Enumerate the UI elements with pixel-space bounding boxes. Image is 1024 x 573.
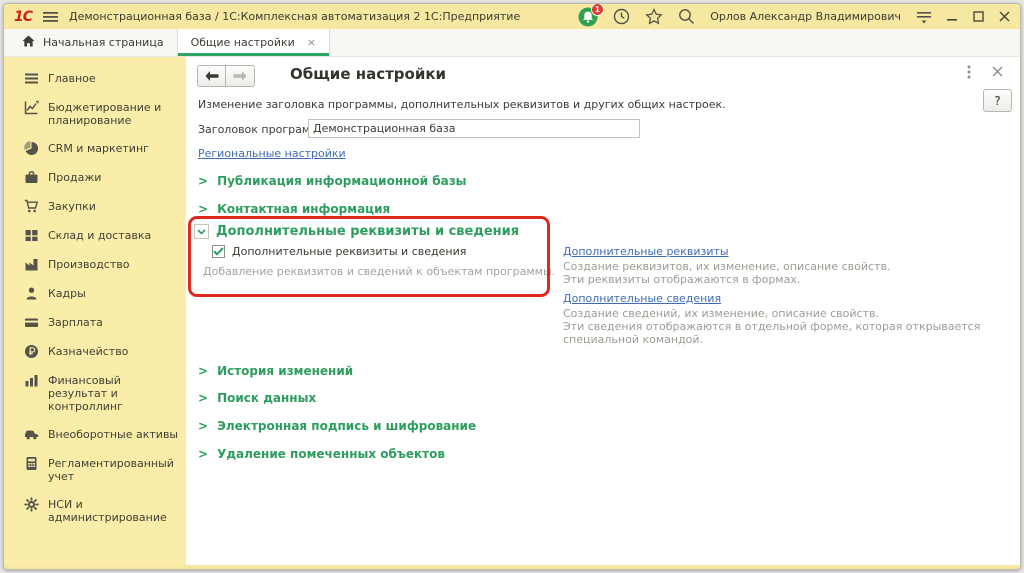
section-marked-objects-deletion[interactable]: > Удаление помеченных объектов xyxy=(198,447,445,461)
tab-label: Начальная страница xyxy=(43,36,164,49)
sidebar-item-label: Внеоборотные активы xyxy=(48,427,178,441)
section-data-search[interactable]: > Поиск данных xyxy=(198,391,316,405)
help-button[interactable]: ? xyxy=(983,89,1012,112)
additional-attributes-hint: Добавление реквизитов и сведений к объек… xyxy=(203,265,555,278)
chevron-right-icon: > xyxy=(198,391,208,405)
tab-general-settings[interactable]: Общие настройки × xyxy=(178,29,330,56)
briefcase-icon xyxy=(24,170,39,185)
nav-history-buttons xyxy=(197,65,255,87)
sidebar-item-treasury[interactable]: Казначейство xyxy=(4,337,186,366)
sidebar-item-label: Закупки xyxy=(48,199,96,213)
page-title: Общие настройки xyxy=(290,65,446,83)
pie-chart-icon xyxy=(24,141,39,156)
main-menu-icon[interactable] xyxy=(43,11,58,23)
app-window: 1С Демонстрационная база / 1С:Комплексна… xyxy=(3,3,1021,570)
notifications-bell-icon[interactable]: 1 xyxy=(578,7,598,27)
additional-info-link[interactable]: Дополнительные сведения xyxy=(563,292,721,305)
tab-label: Общие настройки xyxy=(191,36,295,49)
sidebar-item-label: Кадры xyxy=(48,286,86,300)
program-title-input[interactable] xyxy=(308,119,640,138)
back-button[interactable] xyxy=(197,65,226,87)
favorites-star-icon[interactable] xyxy=(645,8,663,25)
tab-home-page[interactable]: Начальная страница xyxy=(9,29,178,56)
cart-icon xyxy=(24,199,39,214)
chevron-down-icon[interactable] xyxy=(194,224,209,239)
window-title: Демонстрационная база / 1С:Комплексная а… xyxy=(69,10,520,23)
service-menu-icon[interactable] xyxy=(916,10,932,24)
section-infobase-publication[interactable]: > Публикация информационной базы xyxy=(198,174,467,188)
section-change-history[interactable]: > История изменений xyxy=(198,364,353,378)
chevron-right-icon: > xyxy=(198,174,208,188)
sections-sidebar: Главное Бюджетирование и планирование CR… xyxy=(4,57,186,565)
ledger-icon xyxy=(24,456,39,471)
notification-badge: 1 xyxy=(591,3,605,16)
search-icon[interactable] xyxy=(678,8,695,25)
checkbox-checked-icon[interactable] xyxy=(212,245,225,258)
factory-icon xyxy=(24,257,39,272)
window-bottom-frame xyxy=(4,565,1020,569)
gear-icon xyxy=(24,497,39,512)
sidebar-item-warehouse[interactable]: Склад и доставка xyxy=(4,221,186,250)
chevron-right-icon: > xyxy=(198,419,208,433)
sidebar-item-sales[interactable]: Продажи xyxy=(4,163,186,192)
tab-bar: Начальная страница Общие настройки × xyxy=(4,29,1020,57)
section-additional-attributes[interactable]: Дополнительные реквизиты и сведения xyxy=(194,224,519,239)
title-bar: 1С Демонстрационная база / 1С:Комплексна… xyxy=(4,4,1020,29)
ruble-coin-icon xyxy=(24,344,39,359)
close-icon[interactable] xyxy=(999,11,1010,22)
bar-chart-icon xyxy=(24,373,39,388)
maximize-icon[interactable] xyxy=(973,11,984,22)
sidebar-item-label: Регламентированный учет xyxy=(48,456,180,483)
sidebar-item-purchases[interactable]: Закупки xyxy=(4,192,186,221)
sidebar-item-regulated[interactable]: Регламентированный учет xyxy=(4,449,186,490)
sidebar-item-label: Казначейство xyxy=(48,344,128,358)
chevron-right-icon: > xyxy=(198,447,208,461)
person-icon xyxy=(24,286,39,301)
sidebar-item-label: Продажи xyxy=(48,170,101,184)
sidebar-item-label: Финансовый результат и контроллинг xyxy=(48,373,180,413)
sidebar-item-budgeting[interactable]: Бюджетирование и планирование xyxy=(4,93,186,134)
user-name[interactable]: Орлов Александр Владимирович xyxy=(710,10,901,23)
home-icon xyxy=(22,35,35,50)
sidebar-item-assets[interactable]: Внеоборотные активы xyxy=(4,420,186,449)
sidebar-item-production[interactable]: Производство xyxy=(4,250,186,279)
sidebar-item-label: Производство xyxy=(48,257,129,271)
sidebar-item-label: Главное xyxy=(48,71,96,85)
sidebar-item-hr[interactable]: Кадры xyxy=(4,279,186,308)
sidebar-item-nsi-admin[interactable]: НСИ и администрирование xyxy=(4,490,186,531)
additional-info-desc: Создание сведений, их изменение, описани… xyxy=(563,307,980,346)
chevron-right-icon: > xyxy=(198,364,208,378)
sidebar-item-label: Бюджетирование и планирование xyxy=(48,100,180,127)
forward-button[interactable] xyxy=(226,65,255,87)
minimize-icon[interactable] xyxy=(947,11,958,22)
regional-settings-link[interactable]: Региональные настройки xyxy=(198,147,346,160)
section-digital-signature[interactable]: > Электронная подпись и шифрование xyxy=(198,419,476,433)
additional-attributes-checkbox-row[interactable]: Дополнительные реквизиты и сведения xyxy=(212,245,466,258)
chevron-right-icon: > xyxy=(198,202,208,216)
1c-logo-icon: 1С xyxy=(14,9,32,25)
menu-icon xyxy=(24,71,39,86)
bank-card-icon xyxy=(24,315,39,330)
form-description: Изменение заголовка программы, дополните… xyxy=(198,98,726,111)
sidebar-item-finance[interactable]: Финансовый результат и контроллинг xyxy=(4,366,186,420)
section-contact-info[interactable]: > Контактная информация xyxy=(198,202,390,216)
sidebar-item-crm[interactable]: CRM и маркетинг xyxy=(4,134,186,163)
close-form-icon[interactable] xyxy=(992,66,1003,80)
additional-attributes-link[interactable]: Дополнительные реквизиты xyxy=(563,245,729,258)
history-clock-icon[interactable] xyxy=(613,8,630,25)
general-settings-form: Общие настройки ? Изменение заголовка пр… xyxy=(186,57,1020,565)
additional-attributes-desc: Создание реквизитов, их изменение, описа… xyxy=(563,260,890,286)
pallet-grid-icon xyxy=(24,228,39,243)
sidebar-item-label: Склад и доставка xyxy=(48,228,151,242)
sidebar-item-label: CRM и маркетинг xyxy=(48,141,149,155)
budget-chart-icon xyxy=(24,100,39,115)
sidebar-item-salary[interactable]: Зарплата xyxy=(4,308,186,337)
vehicle-icon xyxy=(24,427,39,442)
sidebar-item-main[interactable]: Главное xyxy=(4,64,186,93)
more-actions-icon[interactable] xyxy=(967,65,971,82)
sidebar-item-label: Зарплата xyxy=(48,315,103,329)
tab-close-icon[interactable]: × xyxy=(307,36,316,49)
sidebar-item-label: НСИ и администрирование xyxy=(48,497,180,524)
